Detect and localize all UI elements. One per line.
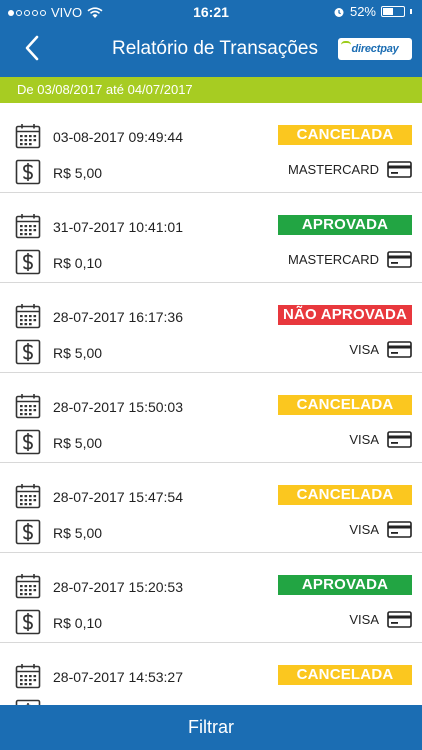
transaction-row[interactable]: 28-07-2017 16:17:36 NÃO APROVADA R$ 5,00… xyxy=(0,283,422,373)
status-badge: APROVADA xyxy=(278,215,412,235)
money-icon xyxy=(15,429,41,455)
transaction-datetime: 28-07-2017 14:53:27 xyxy=(53,669,183,685)
page-title: Relatório de Transações xyxy=(112,38,318,59)
transaction-datetime: 31-07-2017 10:41:01 xyxy=(53,219,183,235)
transaction-datetime: 28-07-2017 16:17:36 xyxy=(53,309,183,325)
transaction-datetime: 28-07-2017 15:20:53 xyxy=(53,579,183,595)
status-badge: NÃO APROVADA xyxy=(278,305,412,325)
card-brand: VISA xyxy=(349,522,379,537)
back-button[interactable] xyxy=(18,33,46,63)
credit-card-icon xyxy=(387,161,412,178)
card-brand: VISA xyxy=(349,612,379,627)
battery-cap xyxy=(410,9,412,14)
date-range-bar: De 03/08/2017 até 04/07/2017 xyxy=(0,77,422,103)
credit-card-icon xyxy=(387,521,412,538)
card-brand: MASTERCARD xyxy=(287,162,379,177)
credit-card-icon xyxy=(387,431,412,448)
transaction-row[interactable]: 28-07-2017 15:20:53 APROVADA R$ 0,10 VIS… xyxy=(0,553,422,643)
card-brand-group: VISA xyxy=(349,611,412,628)
battery-icon xyxy=(381,6,405,17)
transaction-amount: R$ 0,10 xyxy=(53,255,103,271)
calendar-icon xyxy=(15,394,41,419)
calendar-icon xyxy=(15,214,41,239)
status-badge: APROVADA xyxy=(278,575,412,595)
calendar-icon xyxy=(15,484,41,509)
calendar-icon xyxy=(15,574,41,599)
transaction-row[interactable]: 28-07-2017 15:47:54 CANCELADA R$ 5,00 VI… xyxy=(0,463,422,553)
transaction-amount: R$ 5,00 xyxy=(53,435,103,451)
logo-text: directpay xyxy=(351,43,399,55)
directpay-logo: directpay xyxy=(338,38,412,60)
app-header: VIVO 16:21 52% Relatório de Transações d… xyxy=(0,0,422,77)
calendar-icon xyxy=(15,124,41,149)
calendar-icon xyxy=(15,664,41,689)
status-right: 52% xyxy=(333,4,412,19)
transaction-amount: R$ 5,00 xyxy=(53,345,103,361)
credit-card-icon xyxy=(387,341,412,358)
card-brand-group: VISA xyxy=(349,431,412,448)
status-badge: CANCELADA xyxy=(278,665,412,685)
calendar-icon xyxy=(15,304,41,329)
status-badge: CANCELADA xyxy=(278,125,412,145)
card-brand: VISA xyxy=(349,432,379,447)
filter-button[interactable]: Filtrar xyxy=(0,705,422,750)
credit-card-icon xyxy=(387,251,412,268)
status-badge: CANCELADA xyxy=(278,395,412,415)
transaction-row[interactable]: 28-07-2017 14:53:27 CANCELADA xyxy=(0,643,422,705)
card-brand: MASTERCARD xyxy=(287,252,379,267)
transaction-row[interactable]: 03-08-2017 09:49:44 CANCELADA R$ 5,00 MA… xyxy=(0,103,422,193)
card-brand-group: MASTERCARD xyxy=(288,161,412,178)
credit-card-icon xyxy=(387,611,412,628)
money-icon xyxy=(15,159,41,185)
transaction-row[interactable]: 31-07-2017 10:41:01 APROVADA R$ 0,10 MAS… xyxy=(0,193,422,283)
battery-percent: 52% xyxy=(349,4,376,19)
alarm-icon xyxy=(334,7,344,17)
money-icon xyxy=(15,609,41,635)
status-bar: VIVO 16:21 52% xyxy=(0,0,422,24)
transaction-list[interactable]: 03-08-2017 09:49:44 CANCELADA R$ 5,00 MA… xyxy=(0,103,422,705)
card-brand-group: MASTERCARD xyxy=(288,251,412,268)
card-brand-group: VISA xyxy=(349,521,412,538)
transaction-amount: R$ 5,00 xyxy=(53,165,103,181)
transaction-amount: R$ 5,00 xyxy=(53,525,103,541)
status-badge: CANCELADA xyxy=(278,485,412,505)
transaction-datetime: 03-08-2017 09:49:44 xyxy=(53,129,183,145)
money-icon xyxy=(15,519,41,545)
transaction-row[interactable]: 28-07-2017 15:50:03 CANCELADA R$ 5,00 VI… xyxy=(0,373,422,463)
chevron-left-icon xyxy=(25,35,39,61)
transaction-datetime: 28-07-2017 15:50:03 xyxy=(53,399,183,415)
money-icon xyxy=(15,339,41,365)
money-icon xyxy=(15,249,41,275)
card-brand: VISA xyxy=(349,342,379,357)
transaction-amount: R$ 0,10 xyxy=(53,615,103,631)
card-brand-group: VISA xyxy=(349,341,412,358)
transaction-datetime: 28-07-2017 15:47:54 xyxy=(53,489,183,505)
